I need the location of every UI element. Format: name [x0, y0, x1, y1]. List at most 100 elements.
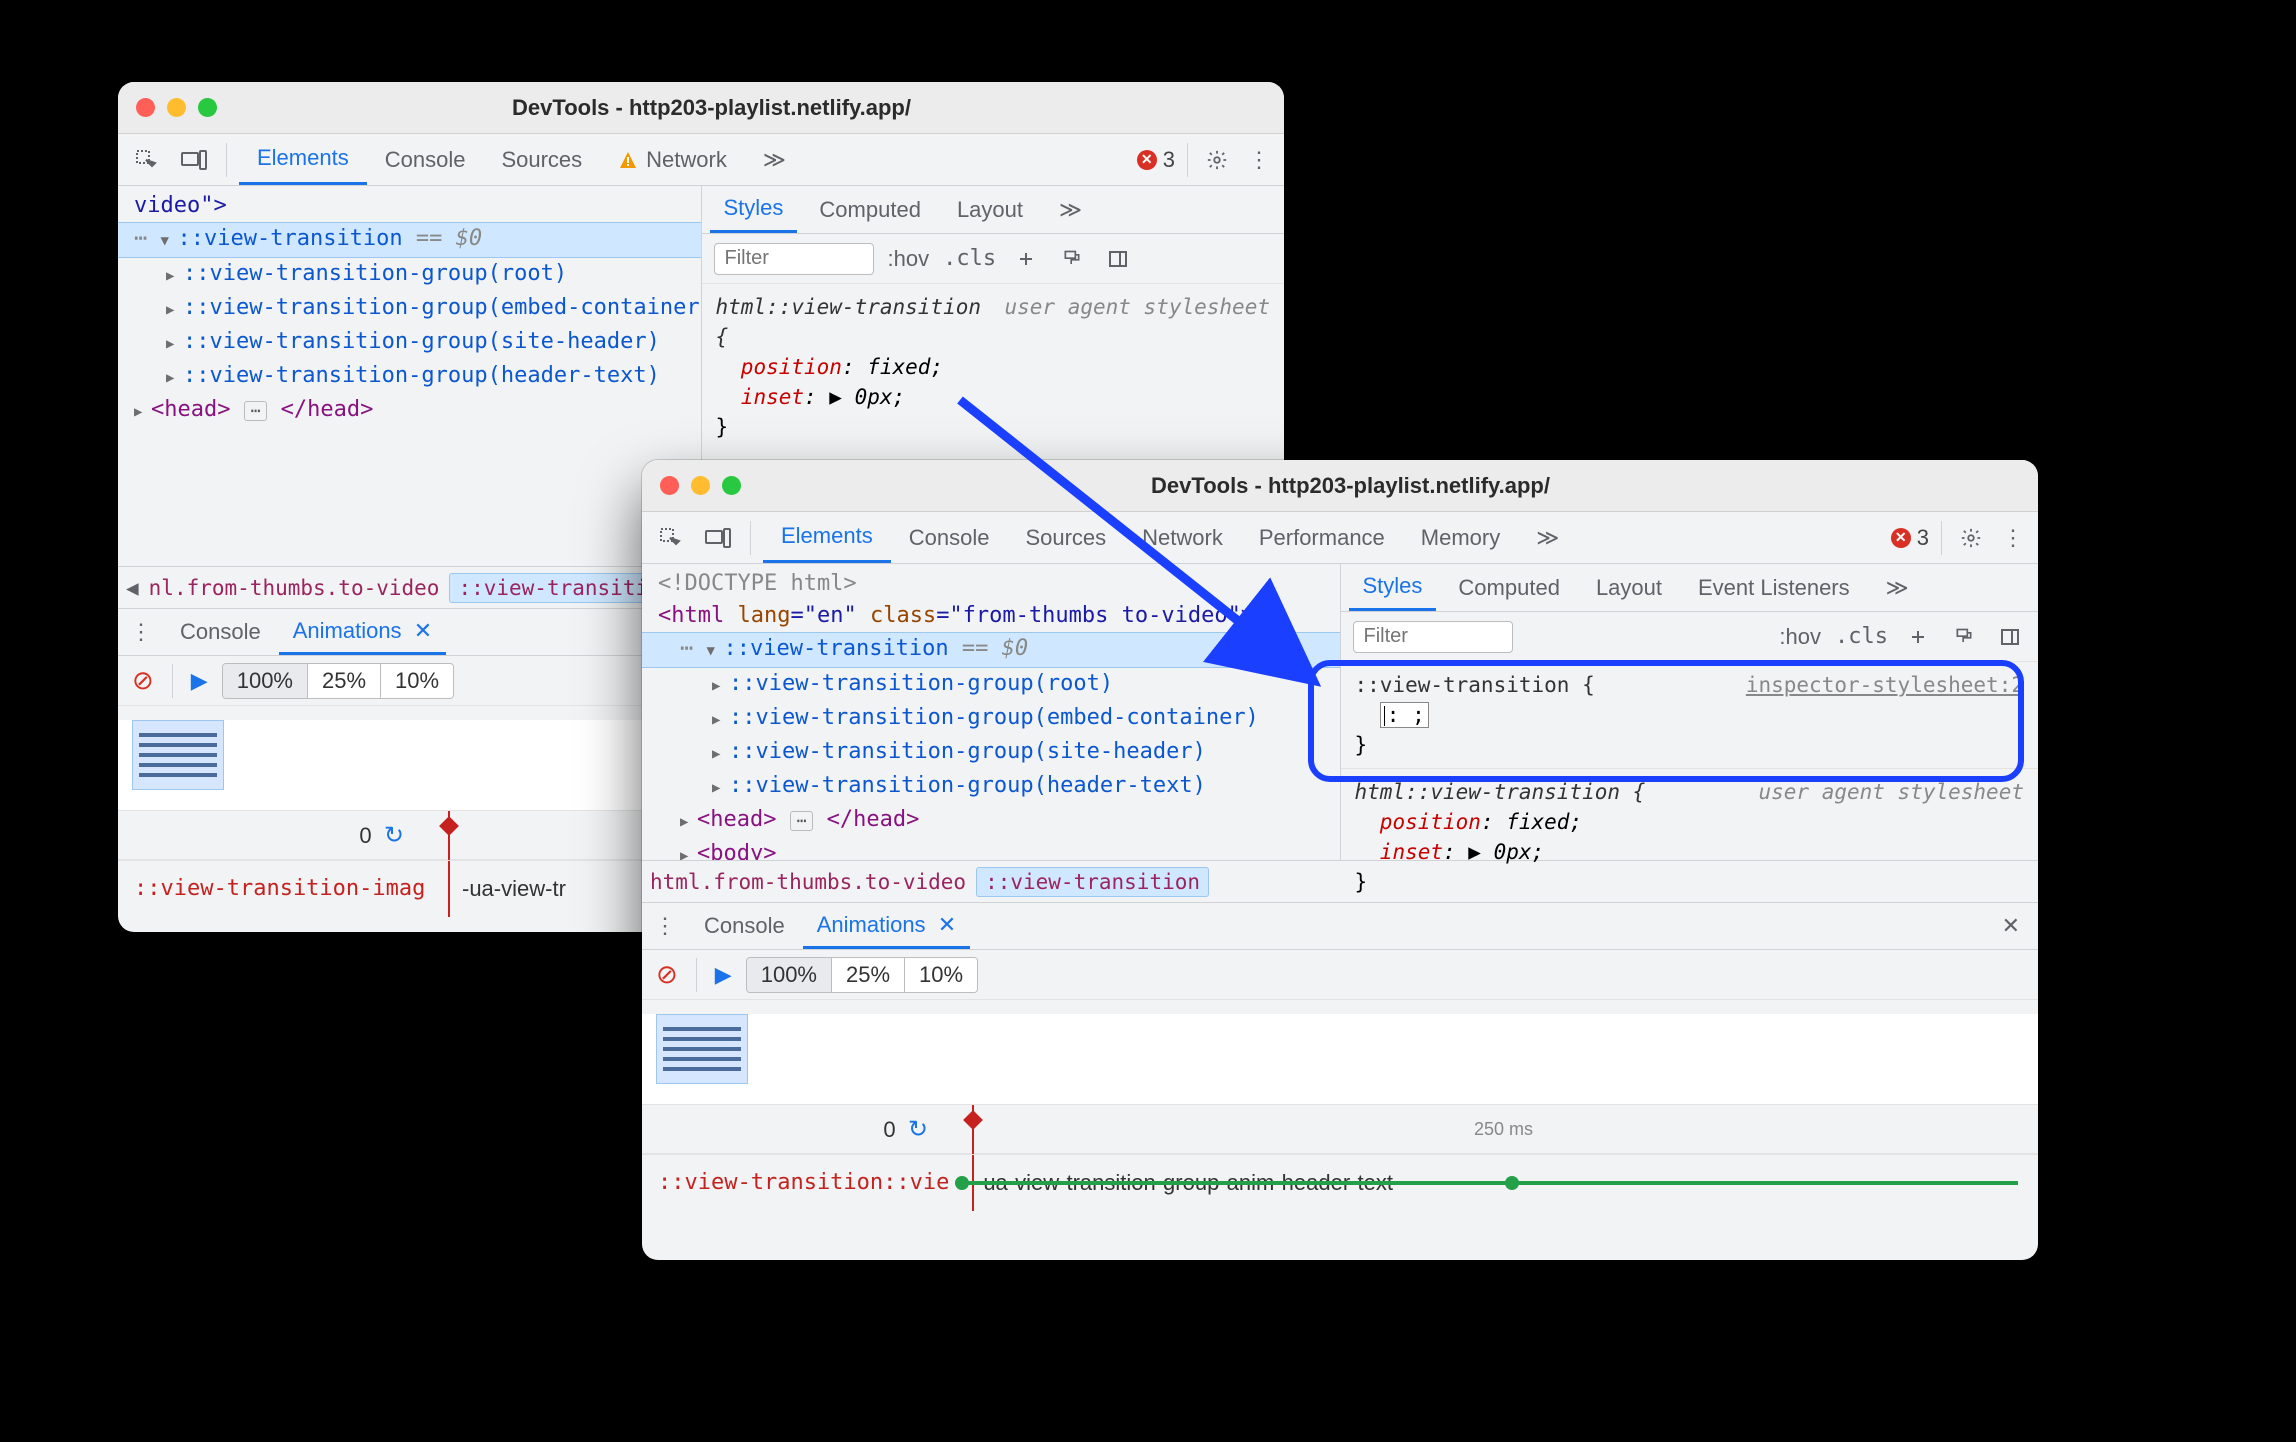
speed-100[interactable]: 100%: [223, 664, 308, 698]
kebab-icon[interactable]: ⋮: [1996, 521, 2030, 555]
dom-node[interactable]: ::view-transition-group(root): [729, 671, 1113, 696]
breadcrumb-item-selected[interactable]: ::view-transition: [976, 867, 1209, 897]
speed-25[interactable]: 25%: [308, 664, 381, 698]
subtab-layout[interactable]: Layout: [1582, 564, 1676, 611]
breadcrumb-item[interactable]: html.from-thumbs.to-video: [650, 870, 966, 894]
drawer-kebab-icon[interactable]: ⋮: [124, 615, 158, 649]
subtab-more[interactable]: ≫: [1872, 564, 1923, 611]
inspect-icon[interactable]: [650, 518, 690, 558]
paint-icon[interactable]: [1056, 243, 1088, 275]
tab-sources[interactable]: Sources: [483, 134, 600, 185]
tab-more[interactable]: ≫: [1518, 512, 1577, 563]
gear-icon[interactable]: [1200, 143, 1234, 177]
dom-node[interactable]: <head>: [151, 397, 230, 422]
animation-thumbnail[interactable]: [132, 720, 224, 790]
animation-track[interactable]: [962, 1181, 2018, 1185]
tab-network[interactable]: Network: [1124, 512, 1241, 563]
track-keyframe-handle[interactable]: [1505, 1176, 1519, 1190]
replay-icon[interactable]: ↻: [384, 822, 404, 849]
new-rule-icon[interactable]: [1010, 243, 1042, 275]
device-icon[interactable]: [174, 140, 214, 180]
minimize-dot[interactable]: [691, 476, 710, 495]
drawer-tab-animations[interactable]: Animations ✕: [279, 609, 447, 655]
styles-rule-ua[interactable]: user agent stylesheet html::view-transit…: [1341, 768, 2039, 905]
dom-node[interactable]: <head>: [697, 807, 776, 832]
paint-icon[interactable]: [1948, 621, 1980, 653]
subtab-eventlisteners[interactable]: Event Listeners: [1684, 564, 1864, 611]
subtab-computed[interactable]: Computed: [805, 186, 935, 233]
zoom-dot[interactable]: [198, 98, 217, 117]
error-count[interactable]: ✕3: [1891, 525, 1929, 551]
panel-icon[interactable]: [1102, 243, 1134, 275]
subtab-computed[interactable]: Computed: [1444, 564, 1574, 611]
dom-node[interactable]: ::view-transition-group(embed-container): [183, 295, 701, 320]
new-rule-icon[interactable]: [1902, 621, 1934, 653]
styles-rule[interactable]: user agent stylesheet html::view-transit…: [702, 284, 1285, 450]
styles-filter-input[interactable]: [1353, 621, 1513, 653]
dom-selected-node[interactable]: ⋯ ::view-transition == $0: [642, 632, 1340, 668]
hov-toggle[interactable]: :hov: [1779, 624, 1821, 650]
track-start-handle[interactable]: [955, 1176, 969, 1190]
inspect-icon[interactable]: [126, 140, 166, 180]
minimize-dot[interactable]: [167, 98, 186, 117]
drawer-tab-console[interactable]: Console: [166, 609, 275, 655]
subtab-styles[interactable]: Styles: [710, 186, 798, 233]
dom-node[interactable]: ::view-transition-group(site-header): [729, 739, 1206, 764]
clear-icon[interactable]: ⊘: [132, 665, 154, 696]
tab-console[interactable]: Console: [367, 134, 484, 185]
panel-icon[interactable]: [1994, 621, 2026, 653]
tab-console[interactable]: Console: [891, 512, 1008, 563]
styles-rule-new[interactable]: inspector-stylesheet:2 ::view-transition…: [1341, 662, 2039, 768]
dom-node[interactable]: ::view-transition-group(header-text): [729, 773, 1206, 798]
dom-node[interactable]: ::view-transition-group(root): [183, 261, 567, 286]
hov-toggle[interactable]: :hov: [888, 246, 930, 272]
animation-row[interactable]: ::view-transition::vie -ua-view-transiti…: [642, 1154, 2038, 1210]
cls-toggle[interactable]: .cls: [943, 246, 996, 271]
zoom-dot[interactable]: [722, 476, 741, 495]
play-icon[interactable]: ▶: [715, 962, 732, 988]
animation-thumbnail[interactable]: [656, 1014, 748, 1084]
gear-icon[interactable]: [1954, 521, 1988, 555]
device-icon[interactable]: [698, 518, 738, 558]
cls-toggle[interactable]: .cls: [1835, 624, 1888, 649]
speed-segment[interactable]: 100% 25% 10%: [746, 957, 978, 993]
speed-10[interactable]: 10%: [381, 664, 453, 698]
drawer-tab-animations[interactable]: Animations ✕: [803, 903, 971, 949]
dom-node[interactable]: <body>: [697, 841, 776, 860]
clear-icon[interactable]: ⊘: [656, 959, 678, 990]
animations-timeline[interactable]: 0 ↻ 250 ms: [642, 1104, 2038, 1154]
subtab-more[interactable]: ≫: [1045, 186, 1096, 233]
dom-node[interactable]: ::view-transition-group(header-text): [183, 363, 660, 388]
dom-node[interactable]: ::view-transition-group(embed-container): [729, 705, 1259, 730]
speed-100[interactable]: 100%: [747, 958, 832, 992]
rule-empty-declaration[interactable]: : ;: [1387, 703, 1425, 727]
subtab-layout[interactable]: Layout: [943, 186, 1037, 233]
close-dot[interactable]: [136, 98, 155, 117]
breadcrumb-item[interactable]: nl.from-thumbs.to-video: [149, 576, 440, 600]
drawer-close-icon[interactable]: ✕: [1990, 913, 2032, 939]
dom-node[interactable]: ::view-transition-group(site-header): [183, 329, 660, 354]
dom-tree[interactable]: video"> ⋯ ::view-transition == $0 ::view…: [118, 186, 701, 566]
tab-elements[interactable]: Elements: [763, 512, 891, 563]
close-dot[interactable]: [660, 476, 679, 495]
styles-filter-input[interactable]: [714, 243, 874, 275]
rule-source-link[interactable]: inspector-stylesheet:2: [1746, 670, 2024, 700]
tab-network[interactable]: Network: [600, 134, 745, 185]
dom-tree[interactable]: <!DOCTYPE html> <html lang="en" class="f…: [642, 564, 1340, 860]
drawer-tab-console[interactable]: Console: [690, 903, 799, 949]
kebab-icon[interactable]: ⋮: [1242, 143, 1276, 177]
tab-performance[interactable]: Performance: [1241, 512, 1403, 563]
speed-25[interactable]: 25%: [832, 958, 905, 992]
tab-elements[interactable]: Elements: [239, 134, 367, 185]
drawer-kebab-icon[interactable]: ⋮: [648, 909, 682, 943]
tab-sources[interactable]: Sources: [1007, 512, 1124, 563]
tab-memory[interactable]: Memory: [1403, 512, 1518, 563]
tab-more[interactable]: ≫: [745, 134, 804, 185]
speed-segment[interactable]: 100% 25% 10%: [222, 663, 454, 699]
error-count[interactable]: ✕3: [1137, 147, 1175, 173]
subtab-styles[interactable]: Styles: [1349, 564, 1437, 611]
play-icon[interactable]: ▶: [191, 668, 208, 694]
replay-icon[interactable]: ↻: [908, 1116, 928, 1143]
dom-selected-node[interactable]: ⋯ ::view-transition == $0: [118, 222, 701, 258]
speed-10[interactable]: 10%: [905, 958, 977, 992]
